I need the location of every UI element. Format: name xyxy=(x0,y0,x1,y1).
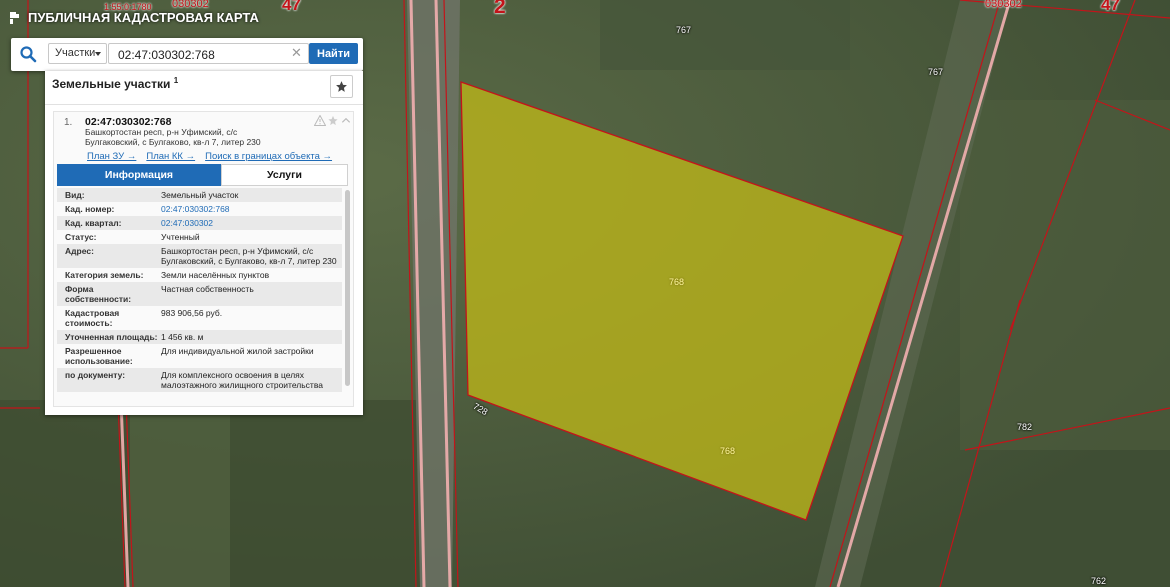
scrollbar[interactable] xyxy=(345,190,350,386)
quarter-label[interactable]: 030302 xyxy=(172,0,209,10)
close-icon[interactable]: ✕ xyxy=(291,46,302,59)
parcel-label-768[interactable]: 768 xyxy=(669,277,684,287)
result-number: 1. xyxy=(64,117,73,128)
region-label[interactable]: 2 xyxy=(494,0,506,19)
app-title: ПУБЛИЧНАЯ КАДАСТРОВАЯ КАРТА xyxy=(28,10,259,25)
quarter-label[interactable]: 030302 xyxy=(985,0,1022,10)
search-icon[interactable] xyxy=(19,45,37,63)
results-panel: Земельные участки 1 1. 02:47:030302:768 … xyxy=(45,71,363,415)
property-row: Кад. номер: 02:47:030302:768 xyxy=(57,202,342,216)
property-key: Статус: xyxy=(65,232,97,242)
app-brand[interactable]: ПУБЛИЧНАЯ КАДАСТРОВАЯ КАРТА xyxy=(8,10,259,25)
results-count: 1 xyxy=(173,76,179,85)
search-input[interactable] xyxy=(108,43,309,64)
property-key: Категория земель: xyxy=(65,270,144,280)
property-row: Разрешенное использование: Для индивидуал… xyxy=(57,344,342,368)
property-value: 1 456 кв. м xyxy=(161,332,204,342)
district-label[interactable]: 47 xyxy=(282,0,301,15)
plan-kk-link[interactable]: План КК → xyxy=(146,151,195,162)
property-row: Кад. квартал: 02:47:030302 xyxy=(57,216,342,230)
search-in-bounds-link[interactable]: Поиск в границах объекта → xyxy=(205,151,332,162)
result-tabs: Информация Услуги xyxy=(57,164,348,186)
property-key: Вид: xyxy=(65,190,85,200)
results-title: Земельные участки xyxy=(52,77,171,91)
plan-zu-link[interactable]: План ЗУ → xyxy=(87,151,136,162)
property-key: Кад. номер: xyxy=(65,204,115,214)
parcel-label-767[interactable]: 767 xyxy=(928,67,943,77)
property-value: Земельный участок xyxy=(161,190,239,200)
search-type-label: Участки xyxy=(55,47,96,59)
property-value: Башкортостан респ, р-н Уфимский, с/с Бул… xyxy=(161,246,337,266)
property-row: по документу: Для комплексного освоения в… xyxy=(57,368,342,392)
property-value: 983 906,56 руб. xyxy=(161,308,223,318)
property-row: Кадастровая стоимость: 983 906,56 руб. xyxy=(57,306,342,330)
result-item: 1. 02:47:030302:768 Башкортостан респ, р… xyxy=(53,111,354,407)
find-button[interactable]: Найти xyxy=(309,43,358,64)
properties-table: Вид: Земельный участок Кад. номер: 02:47:03… xyxy=(57,188,342,402)
property-row: Вид: Земельный участок xyxy=(57,188,342,202)
property-value: Для комплексного освоения в целях малоэт… xyxy=(161,370,323,390)
divider xyxy=(45,104,363,105)
result-address: Башкортостан респ, р-н Уфимский, с/с Бул… xyxy=(85,127,261,147)
logo-icon xyxy=(10,11,19,24)
tab-services[interactable]: Услуги xyxy=(221,164,348,186)
property-key: Кадастровая стоимость: xyxy=(65,308,120,328)
property-key: Кад. квартал: xyxy=(65,218,122,228)
property-value: Частная собственность xyxy=(161,284,254,294)
star-icon[interactable] xyxy=(327,115,339,126)
search-panel: Участки ✕ Найти xyxy=(11,38,363,71)
property-key: Адрес: xyxy=(65,246,94,256)
property-row: Категория земель: Земли населённых пункто… xyxy=(57,268,342,282)
property-key: Разрешенное использование: xyxy=(65,346,133,366)
tab-information[interactable]: Информация xyxy=(57,164,221,186)
property-value: Учтенный xyxy=(161,232,200,242)
property-value: Земли населённых пунктов xyxy=(161,270,270,280)
property-row: Адрес: Башкортостан респ, р-н Уфимский, с… xyxy=(57,244,342,268)
star-icon xyxy=(336,81,347,92)
district-label[interactable]: 47 xyxy=(1101,0,1120,15)
property-row: Форма собственности: Частная собственност… xyxy=(57,282,342,306)
warning-icon[interactable] xyxy=(314,115,326,126)
search-type-select[interactable]: Участки xyxy=(48,43,107,64)
parcel-label-767[interactable]: 767 xyxy=(676,25,691,35)
property-value[interactable]: 02:47:030302 xyxy=(161,218,342,228)
property-value: Для индивидуальной жилой застройки xyxy=(161,346,314,356)
property-row: Уточненная площадь: 1 456 кв. м xyxy=(57,330,342,344)
results-header: Земельные участки 1 xyxy=(52,76,178,91)
chevron-down-icon xyxy=(95,52,101,56)
chevron-up-icon[interactable] xyxy=(340,115,352,126)
parcel-label-768[interactable]: 768 xyxy=(720,446,735,456)
result-links: План ЗУ → План КК → Поиск в границах объ… xyxy=(87,151,332,162)
favorite-button[interactable] xyxy=(330,75,353,98)
property-key: Форма собственности: xyxy=(65,284,132,304)
property-key: по документу: xyxy=(65,370,126,380)
property-row: Статус: Учтенный xyxy=(57,230,342,244)
property-key: Уточненная площадь: xyxy=(65,332,158,342)
parcel-label-762[interactable]: 762 xyxy=(1091,576,1106,586)
result-actions xyxy=(314,115,352,126)
property-value[interactable]: 02:47:030302:768 xyxy=(161,204,342,214)
parcel-label-782[interactable]: 782 xyxy=(1017,422,1032,432)
